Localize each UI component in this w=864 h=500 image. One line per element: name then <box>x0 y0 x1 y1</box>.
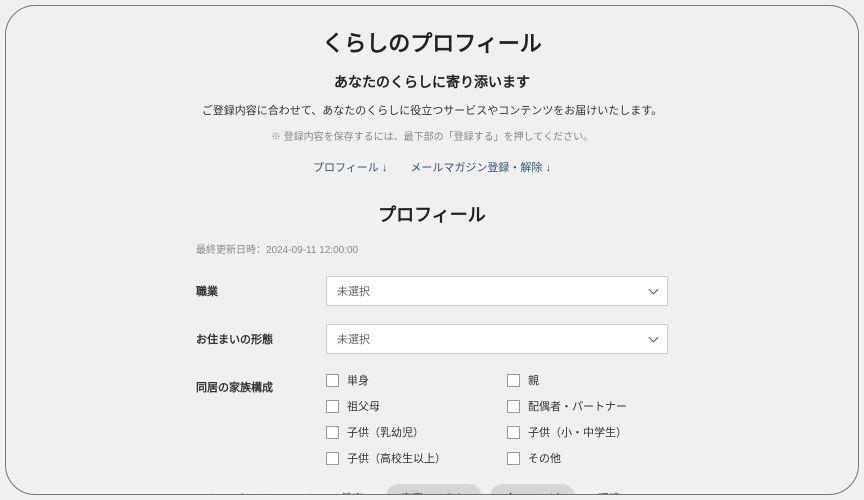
family-option[interactable]: 子供（小・中学生） <box>507 424 668 440</box>
housing-label: お住まいの形態 <box>196 324 326 354</box>
family-option[interactable]: その他 <box>507 450 668 466</box>
family-option-label: 単身 <box>347 372 369 388</box>
page-subtitle: あなたのくらしに寄り添います <box>36 72 828 92</box>
family-option-label: 祖父母 <box>347 398 380 414</box>
housing-select[interactable]: 未選択 <box>326 324 668 354</box>
family-option[interactable]: 子供（乳幼児） <box>326 424 487 440</box>
checkbox-icon <box>507 374 520 387</box>
anchor-mailmag[interactable]: メールマガジン登録・解除 ↓ <box>410 162 551 174</box>
checkbox-icon <box>326 400 339 413</box>
likes-tag[interactable]: 環境 <box>583 484 635 494</box>
likes-tag[interactable]: 健康 <box>326 484 378 494</box>
row-occupation: 職業 未選択 <box>36 276 828 306</box>
last-updated: 最終更新日時：2024-09-11 12:00:00 <box>196 241 828 256</box>
checkbox-icon <box>507 426 520 439</box>
likes-tags: 健康家事・くらし食・レシピ環境空気防災・防犯子育て介護リフォーム・増改築住まいの… <box>326 484 668 494</box>
occupation-value: 未選択 <box>337 283 370 299</box>
likes-tag[interactable]: 食・レシピ <box>490 484 575 494</box>
checkbox-icon <box>326 452 339 465</box>
checkbox-icon <box>507 452 520 465</box>
occupation-label: 職業 <box>196 276 326 306</box>
anchor-profile[interactable]: プロフィール ↓ <box>313 162 387 174</box>
scroll-area[interactable]: くらしのプロフィール あなたのくらしに寄り添います ご登録内容に合わせて、あなた… <box>6 6 858 494</box>
family-option[interactable]: 配偶者・パートナー <box>507 398 668 414</box>
likes-label: あなたの好きなことはなんですか？ （複数選択可） <box>196 484 326 494</box>
family-option-label: 子供（小・中学生） <box>528 424 627 440</box>
page-title: くらしのプロフィール <box>36 26 828 58</box>
family-option-label: 配偶者・パートナー <box>528 398 627 414</box>
family-option[interactable]: 子供（高校生以上） <box>326 450 487 466</box>
row-likes: あなたの好きなことはなんですか？ （複数選択可） 健康家事・くらし食・レシピ環境… <box>36 484 828 494</box>
family-option[interactable]: 祖父母 <box>326 398 487 414</box>
family-option[interactable]: 単身 <box>326 372 487 388</box>
app-window: くらしのプロフィール あなたのくらしに寄り添います ご登録内容に合わせて、あなた… <box>5 5 859 495</box>
anchor-links: プロフィール ↓ メールマガジン登録・解除 ↓ <box>36 159 828 175</box>
checkbox-icon <box>507 400 520 413</box>
likes-tag[interactable]: 家事・くらし <box>386 484 482 494</box>
updated-value: 2024-09-11 12:00:00 <box>266 245 358 256</box>
family-option-label: 子供（乳幼児） <box>347 424 424 440</box>
checkbox-icon <box>326 374 339 387</box>
family-option-label: 子供（高校生以上） <box>347 450 446 466</box>
occupation-select[interactable]: 未選択 <box>326 276 668 306</box>
section-title: プロフィール <box>36 201 828 227</box>
save-note: ※ 登録内容を保存するには、最下部の「登録する」を押してください。 <box>36 128 828 143</box>
family-option-label: 親 <box>528 372 539 388</box>
row-family: 同居の家族構成 単身 親祖父母 配偶者・パートナー子供（乳幼児） 子供（小・中学生） 子… <box>36 372 828 466</box>
housing-value: 未選択 <box>337 331 370 347</box>
family-option-label: その他 <box>528 450 561 466</box>
family-option[interactable]: 親 <box>507 372 668 388</box>
checkbox-icon <box>326 426 339 439</box>
row-housing: お住まいの形態 未選択 <box>36 324 828 354</box>
page-description: ご登録内容に合わせて、あなたのくらしに役立つサービスやコンテンツをお届けいたしま… <box>36 102 828 118</box>
family-label: 同居の家族構成 <box>196 372 326 466</box>
updated-label: 最終更新日時： <box>196 245 266 256</box>
family-checkboxes: 単身 親祖父母 配偶者・パートナー子供（乳幼児） 子供（小・中学生） 子供（高校生以上）… <box>326 372 668 466</box>
